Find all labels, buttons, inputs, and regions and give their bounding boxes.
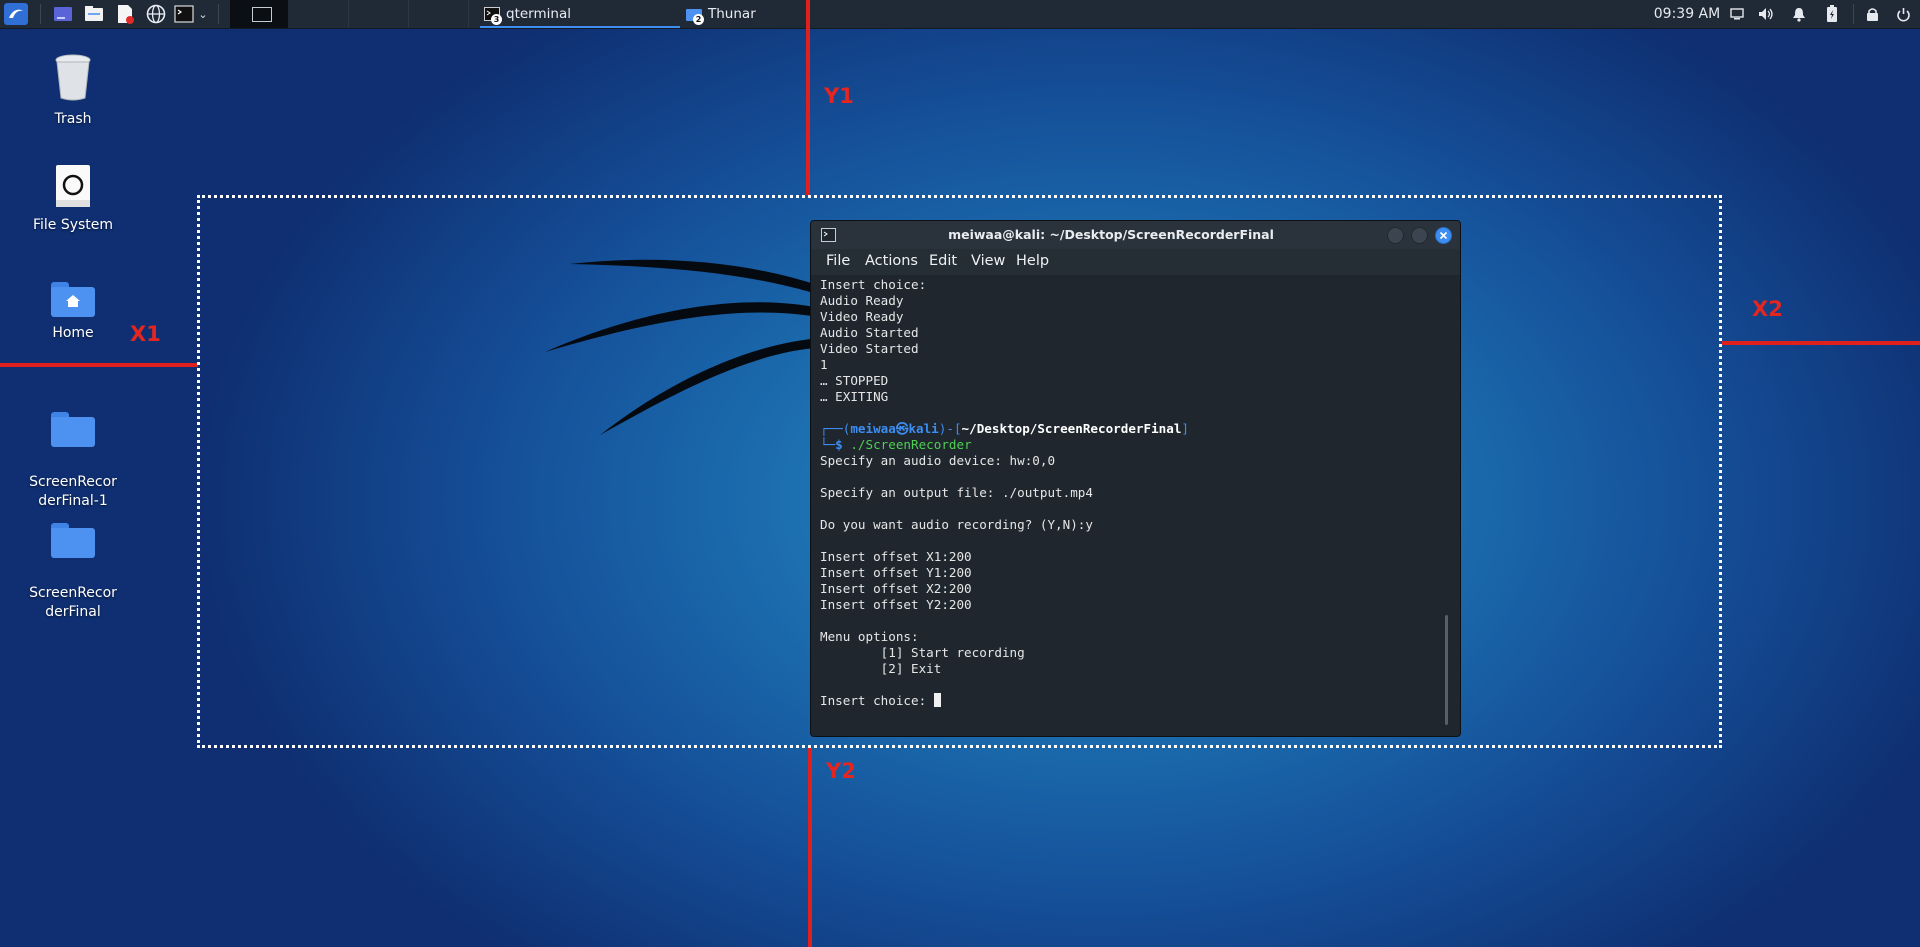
- task-badge: 3: [491, 14, 502, 25]
- window-titlebar[interactable]: meiwaa@kali: ~/Desktop/ScreenRecorderFin…: [811, 221, 1460, 249]
- web-browser-icon[interactable]: [146, 4, 166, 24]
- input-prompt: Insert choice:: [820, 693, 934, 708]
- output-line: Video Ready: [820, 309, 904, 324]
- close-button[interactable]: [1435, 227, 1452, 244]
- home-folder-icon: [51, 282, 95, 317]
- x1-label: X1: [130, 322, 161, 346]
- file-manager-icon[interactable]: [84, 4, 104, 24]
- desktop-icon-screenrecorderfinal[interactable]: ScreenRecor derFinal: [20, 504, 126, 641]
- output-line: Insert offset X2:200: [820, 581, 972, 596]
- taskbar-separator: [40, 4, 41, 24]
- output-line: Specify an audio device: hw:0,0: [820, 453, 1056, 468]
- maximize-button[interactable]: [1411, 227, 1428, 244]
- y2-marker-line: [808, 748, 812, 947]
- menu-bar: File Actions Edit View Help: [811, 249, 1460, 275]
- output-line: Menu options:: [820, 629, 919, 644]
- window-title: meiwaa@kali: ~/Desktop/ScreenRecorderFin…: [948, 227, 1274, 242]
- drive-icon: [56, 165, 90, 207]
- desktop-icon-file-system[interactable]: File System: [20, 164, 126, 235]
- menu-actions[interactable]: Actions: [865, 253, 918, 269]
- task-thunar[interactable]: 2 Thunar: [682, 2, 882, 26]
- workspace-switcher[interactable]: [230, 0, 288, 28]
- task-label: qterminal: [506, 6, 571, 22]
- desktop-icon-label: File System: [32, 217, 114, 233]
- battery-icon[interactable]: [1822, 4, 1842, 24]
- output-line: … EXITING: [820, 389, 889, 404]
- output-line: 1: [820, 357, 828, 372]
- minimize-button[interactable]: [1387, 227, 1404, 244]
- y1-marker-line: [806, 0, 810, 195]
- output-line: Video Started: [820, 341, 919, 356]
- close-icon: [1439, 231, 1448, 240]
- output-line: Insert offset Y1:200: [820, 565, 972, 580]
- trash-icon: [55, 54, 91, 101]
- chevron-down-icon[interactable]: ⌄: [196, 4, 210, 24]
- desktop-icon-home[interactable]: Home: [20, 282, 126, 343]
- output-line: Specify an output file: ./output.mp4: [820, 485, 1093, 500]
- command-line: └─$ ./ScreenRecorder: [820, 437, 972, 452]
- output-line: Insert choice:: [820, 277, 927, 292]
- show-desktop-icon[interactable]: [53, 4, 73, 24]
- kali-menu-icon[interactable]: [4, 3, 28, 25]
- volume-icon[interactable]: [1756, 4, 1776, 24]
- terminal-icon[interactable]: [174, 4, 194, 24]
- x2-marker-line: [1722, 341, 1920, 345]
- notifications-icon[interactable]: [1789, 4, 1809, 24]
- task-badge: 2: [693, 14, 704, 25]
- y2-label: Y2: [826, 759, 856, 783]
- menu-help[interactable]: Help: [1016, 253, 1049, 269]
- lock-icon[interactable]: [1862, 4, 1882, 24]
- output-line: Insert offset Y2:200: [820, 597, 972, 612]
- x2-label: X2: [1752, 297, 1783, 321]
- workspace-4[interactable]: [410, 0, 469, 28]
- menu-view[interactable]: View: [971, 253, 1005, 269]
- command-text: ./ScreenRecorder: [850, 437, 972, 452]
- text-cursor: [933, 693, 941, 707]
- x1-marker-line: [0, 363, 198, 367]
- clock[interactable]: 09:39 AM: [1652, 4, 1722, 24]
- output-line: Do you want audio recording? (Y,N):y: [820, 517, 1093, 532]
- desktop-icon-trash[interactable]: Trash: [20, 52, 126, 129]
- prompt-host: kali: [908, 421, 939, 436]
- folder-icon: [51, 523, 95, 558]
- output-line: Audio Started: [820, 325, 919, 340]
- output-line: … STOPPED: [820, 373, 889, 388]
- desktop-icon-label: ScreenRecor derFinal: [29, 585, 117, 620]
- input-line[interactable]: Insert choice:: [820, 693, 1440, 709]
- output-line: [2] Exit: [820, 661, 942, 676]
- terminal-output[interactable]: Insert choice: Audio Ready Video Ready Audi…: [820, 277, 1440, 709]
- power-icon[interactable]: [1893, 4, 1913, 24]
- output-line: Audio Ready: [820, 293, 904, 308]
- terminal-window[interactable]: meiwaa@kali: ~/Desktop/ScreenRecorderFin…: [810, 220, 1461, 737]
- display-icon[interactable]: [1727, 4, 1747, 24]
- prompt-path: ~/Desktop/ScreenRecorderFinal: [961, 421, 1182, 436]
- prompt-at: ㉿: [895, 421, 909, 436]
- taskbar: ⌄ 3 qterminal 2 Thunar 09:39 AM: [0, 0, 1920, 29]
- output-line: [1] Start recording: [820, 645, 1025, 660]
- prompt-line: ┌──(meiwaa㉿kali)-[~/Desktop/ScreenRecord…: [820, 421, 1190, 436]
- prompt-user: meiwaa: [850, 421, 896, 436]
- folder-icon: [51, 412, 95, 447]
- task-qterminal[interactable]: 3 qterminal: [480, 2, 680, 28]
- y1-label: Y1: [824, 84, 854, 108]
- desktop-icon-label: Home: [52, 325, 94, 341]
- scrollbar[interactable]: [1445, 615, 1448, 725]
- task-label: Thunar: [708, 6, 756, 22]
- text-editor-icon[interactable]: [115, 4, 135, 24]
- workspace-3[interactable]: [350, 0, 409, 28]
- output-line: Insert offset X1:200: [820, 549, 972, 564]
- desktop-icon-label: Trash: [54, 111, 92, 127]
- menu-file[interactable]: File: [826, 253, 850, 269]
- menu-edit[interactable]: Edit: [929, 253, 957, 269]
- workspace-2[interactable]: [290, 0, 349, 28]
- taskbar-separator: [218, 4, 219, 24]
- tray-separator: [1853, 4, 1854, 24]
